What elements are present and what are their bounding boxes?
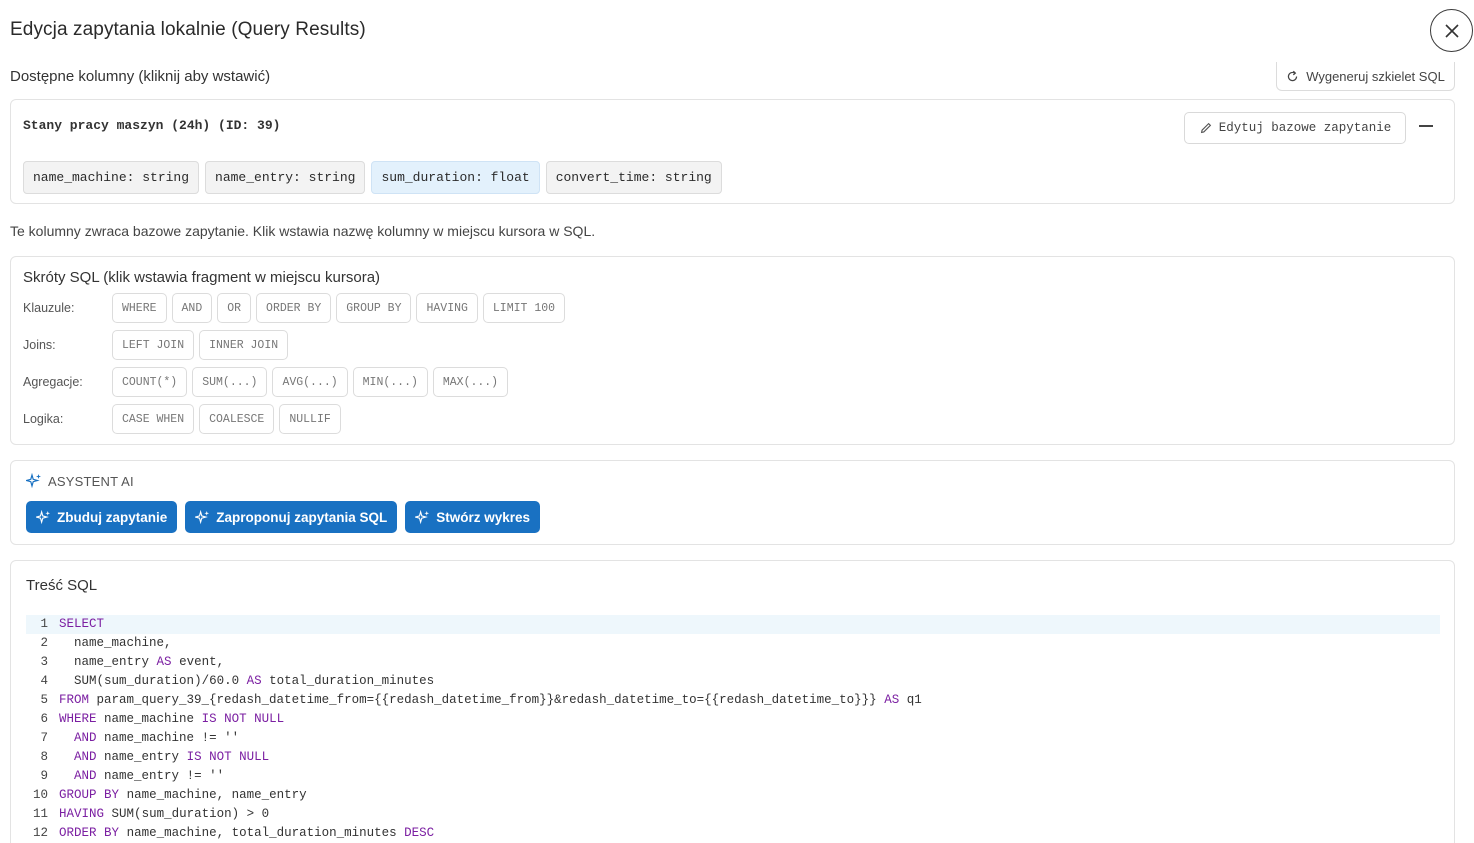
sparkles-icon	[26, 473, 41, 489]
minus-icon	[1419, 125, 1433, 127]
shortcut-chip[interactable]: MIN(...)	[352, 367, 428, 397]
shortcut-chip[interactable]: INNER JOIN	[199, 330, 289, 360]
code-line[interactable]: 10 GROUP BY name_machine, name_entry	[26, 786, 1440, 805]
code-text: name_entry AS event,	[74, 655, 225, 669]
source-query-name: Stany pracy maszyn (24h) (ID: 39)	[23, 118, 281, 133]
code-text: AND name_entry IS NOT NULL	[74, 750, 270, 764]
create-chart-button[interactable]: Stwórz wykres	[405, 501, 541, 533]
pencil-icon	[1200, 122, 1211, 134]
code-text: name_machine,	[74, 636, 172, 650]
line-number: 2	[40, 636, 48, 650]
code-line[interactable]: 5 FROM param_query_39_{redash_datetime_fr…	[26, 691, 1440, 710]
shortcut-chip[interactable]: WHERE	[112, 293, 167, 323]
sql-editor-card: Treść SQL 1 SELECT 2 name_machine, 3 name_e…	[10, 560, 1455, 843]
shortcut-chip[interactable]: AND	[171, 293, 213, 323]
build-query-label: Zbuduj zapytanie	[57, 509, 168, 525]
column-chips: name_machine: string name_entry: string …	[23, 161, 722, 194]
sql-shortcuts-title: Skróty SQL (klik wstawia fragment w miej…	[23, 269, 381, 286]
refresh-icon	[1288, 70, 1298, 81]
line-number: 1	[40, 617, 48, 631]
code-text: ORDER BY name_machine, total_duration_mi…	[59, 826, 435, 840]
code-line[interactable]: 6 WHERE name_machine IS NOT NULL	[26, 710, 1440, 729]
shortcut-chip[interactable]: OR	[217, 293, 252, 323]
shortcut-chip[interactable]: LEFT JOIN	[112, 330, 195, 360]
line-number: 3	[40, 655, 48, 669]
line-number: 10	[32, 788, 48, 802]
code-line[interactable]: 9 AND name_entry != ''	[26, 767, 1440, 786]
code-text: WHERE name_machine IS NOT NULL	[59, 712, 285, 726]
suggest-queries-label: Zaproponuj zapytania SQL	[216, 509, 388, 525]
code-text: SUM(sum_duration)/60.0 AS total_duration…	[74, 674, 435, 688]
shortcut-row-aggregations: Agregacje: COUNT(*) SUM(...) AVG(...) MI…	[23, 367, 509, 397]
line-number: 9	[40, 769, 48, 783]
code-line[interactable]: 11 HAVING SUM(sum_duration) > 0	[26, 805, 1440, 824]
line-number: 6	[40, 712, 48, 726]
edit-base-query-label: Edytuj bazowe zapytanie	[1218, 121, 1392, 135]
close-icon	[1444, 23, 1459, 38]
code-text: AND name_entry != ''	[74, 769, 225, 783]
code-line[interactable]: 2 name_machine,	[26, 634, 1440, 653]
collapse-button[interactable]	[1416, 116, 1436, 136]
modal-title: Edycja zapytania lokalnie (Query Results…	[10, 19, 366, 40]
line-number: 5	[40, 693, 48, 707]
code-text: AND name_machine != ''	[74, 731, 240, 745]
code-line[interactable]: 7 AND name_machine != ''	[26, 729, 1440, 748]
shortcut-chip[interactable]: NULLIF	[279, 404, 341, 434]
column-chip[interactable]: sum_duration: float	[371, 161, 540, 194]
code-line[interactable]: 8 AND name_entry IS NOT NULL	[26, 748, 1440, 767]
line-number: 8	[40, 750, 48, 764]
create-chart-label: Stwórz wykres	[436, 509, 531, 525]
code-text: FROM param_query_39_{redash_datetime_fro…	[59, 693, 922, 707]
column-chip[interactable]: name_machine: string	[23, 161, 200, 194]
column-chip[interactable]: convert_time: string	[545, 161, 722, 194]
shortcut-chip[interactable]: MAX(...)	[432, 367, 509, 397]
line-number: 12	[32, 826, 48, 840]
regenerate-sql-button[interactable]: Wygeneruj szkielet SQL	[1276, 62, 1455, 91]
sql-code-editor[interactable]: 1 SELECT 2 name_machine, 3 name_entry AS ev…	[26, 615, 1440, 843]
shortcut-chip[interactable]: LIMIT 100	[482, 293, 566, 323]
code-text: SELECT	[59, 617, 105, 631]
shortcut-group-label: Klauzule:	[23, 301, 75, 315]
shortcut-group-label: Agregacje:	[23, 375, 83, 389]
line-number: 11	[32, 807, 48, 821]
ai-assistant-title: ASYSTENT AI	[48, 473, 134, 489]
edit-base-query-button[interactable]: Edytuj bazowe zapytanie	[1184, 112, 1406, 144]
code-text: HAVING SUM(sum_duration) > 0	[59, 807, 270, 821]
sparkles-icon	[195, 509, 210, 524]
suggest-queries-button[interactable]: Zaproponuj zapytania SQL	[185, 501, 398, 533]
shortcut-row-clauses: Klauzule: WHERE AND OR ORDER BY GROUP BY…	[23, 293, 566, 323]
shortcut-chip[interactable]: GROUP BY	[336, 293, 412, 323]
column-chip[interactable]: name_entry: string	[205, 161, 366, 194]
sparkles-icon	[415, 509, 430, 524]
shortcut-group-label: Logika:	[23, 412, 64, 426]
shortcut-group-label: Joins:	[23, 338, 56, 352]
regenerate-sql-label: Wygeneruj szkielet SQL	[1306, 68, 1445, 84]
shortcut-chip[interactable]: COUNT(*)	[112, 367, 188, 397]
build-query-button[interactable]: Zbuduj zapytanie	[26, 501, 178, 533]
code-line[interactable]: 3 name_entry AS event,	[26, 653, 1440, 672]
code-line[interactable]: 1 SELECT	[26, 615, 1440, 634]
close-button[interactable]	[1430, 9, 1473, 52]
shortcut-chip[interactable]: SUM(...)	[192, 367, 268, 397]
sql-editor-title: Treść SQL	[26, 577, 98, 594]
sql-shortcuts-card: Skróty SQL (klik wstawia fragment w miej…	[10, 256, 1455, 445]
shortcut-chip[interactable]: HAVING	[416, 293, 478, 323]
line-number: 7	[40, 731, 48, 745]
shortcut-row-joins: Joins: LEFT JOIN INNER JOIN	[23, 330, 289, 360]
shortcut-row-logic: Logika: CASE WHEN COALESCE NULLIF	[23, 404, 341, 434]
ai-assistant-card: ASYSTENT AI Zbuduj zapytanie Zaproponuj …	[10, 460, 1455, 545]
line-number: 4	[40, 674, 48, 688]
sparkles-icon	[36, 509, 51, 524]
shortcut-chip[interactable]: CASE WHEN	[112, 404, 195, 434]
code-text: GROUP BY name_machine, name_entry	[59, 788, 307, 802]
columns-hint: Te kolumny zwraca bazowe zapytanie. Klik…	[10, 223, 596, 239]
code-line[interactable]: 12 ORDER BY name_machine, total_duration_…	[26, 824, 1440, 843]
source-query-card: Stany pracy maszyn (24h) (ID: 39) Edytuj…	[10, 99, 1455, 204]
shortcut-chip[interactable]: COALESCE	[199, 404, 275, 434]
shortcut-chip[interactable]: AVG(...)	[272, 367, 348, 397]
ai-assistant-header: ASYSTENT AI	[26, 473, 134, 489]
shortcut-chip[interactable]: ORDER BY	[256, 293, 332, 323]
code-line[interactable]: 4 SUM(sum_duration)/60.0 AS total_durati…	[26, 672, 1440, 691]
available-columns-label: Dostępne kolumny (kliknij aby wstawić)	[10, 68, 271, 85]
